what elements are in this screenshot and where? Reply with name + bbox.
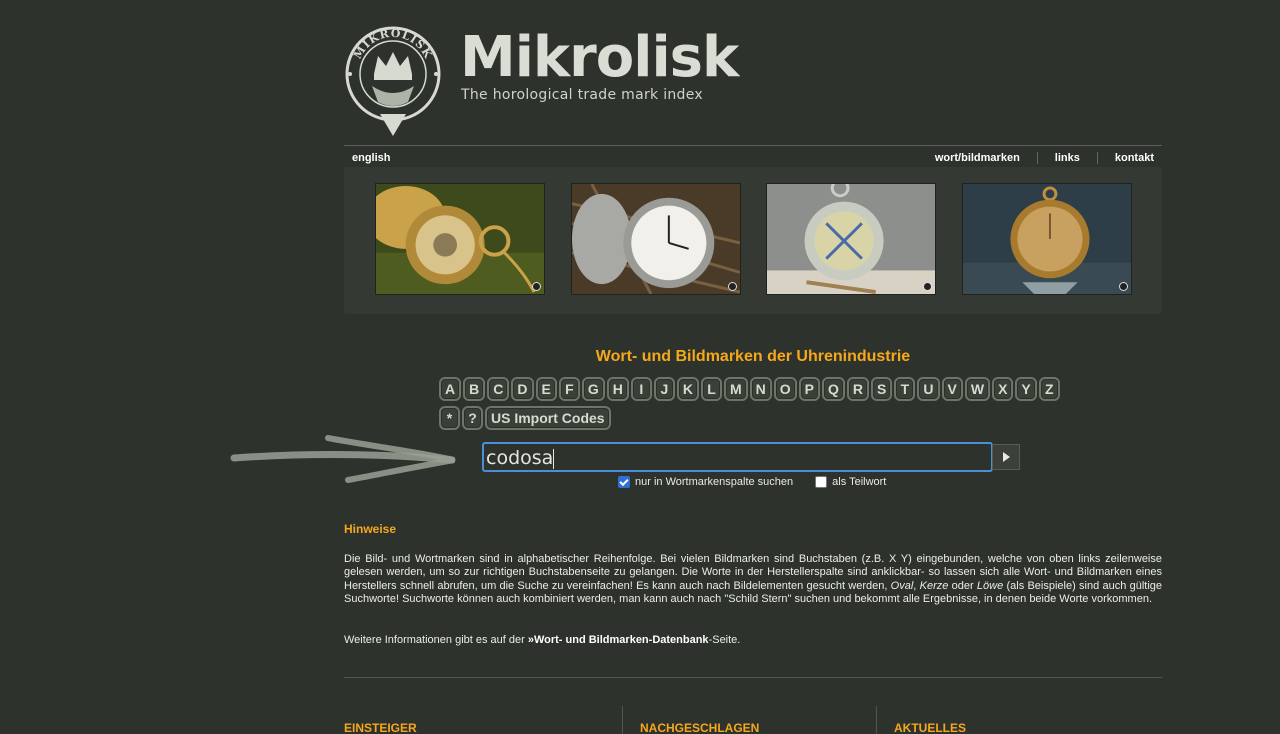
footer-heading-nachgeschlagen: NACHGESCHLAGEN [640, 721, 760, 734]
letter-key-g[interactable]: G [581, 377, 605, 401]
zoom-icon[interactable] [923, 282, 932, 291]
alphabet-index: ABCDEFGHIJKLMNOPQRSTUVWXYZ [439, 377, 1060, 401]
nav-item-links[interactable]: links [1036, 152, 1097, 164]
brand-tagline: The horological trade mark index [461, 87, 703, 103]
page-title: Wort- und Bildmarken der Uhrenindustrie [595, 348, 911, 365]
letter-key-t[interactable]: T [894, 377, 916, 401]
footer-heading-einsteiger: EINSTEIGER [344, 721, 417, 734]
letter-key-a[interactable]: A [439, 377, 462, 401]
letter-key-c[interactable]: C [487, 377, 510, 401]
hints-paragraph: Die Bild- und Wortmarken sind in alphabe… [344, 553, 1162, 606]
zoom-icon[interactable] [532, 282, 541, 291]
brand-name[interactable]: Mikrolisk [460, 30, 739, 86]
key-question[interactable]: ? [462, 406, 483, 430]
letter-key-d[interactable]: D [511, 377, 534, 401]
database-page-link[interactable]: »Wort- und Bildmarken-Datenbank [528, 634, 709, 646]
letter-key-w[interactable]: W [964, 377, 991, 401]
letter-key-x[interactable]: X [992, 377, 1014, 401]
letter-key-p[interactable]: P [798, 377, 821, 401]
header: MIKROLISK Mikrolisk The horological trad… [344, 0, 1162, 145]
nav-links: wort/bildmarken links kontakt [935, 152, 1154, 164]
gallery-photo-2[interactable] [571, 183, 741, 295]
page-container: MIKROLISK Mikrolisk The horological trad… [344, 0, 1162, 734]
partial-word-label: als Teilwort [832, 476, 887, 488]
zoom-icon[interactable] [1119, 282, 1128, 291]
us-import-codes-button[interactable]: US Import Codes [485, 406, 611, 430]
top-nav: english wort/bildmarken links kontakt [344, 145, 1162, 167]
letter-key-h[interactable]: H [606, 377, 629, 401]
word-column-label: nur in Wortmarkenspalte suchen [635, 476, 794, 488]
word-column-checkbox[interactable] [618, 476, 630, 488]
search-input[interactable]: codosa [482, 442, 993, 472]
nav-item-wortbildmarken[interactable]: wort/bildmarken [935, 152, 1037, 164]
letter-key-s[interactable]: S [871, 377, 893, 401]
more-info-paragraph: Weitere Informationen gibt es auf der »W… [344, 634, 741, 646]
gallery-photo-3[interactable] [766, 183, 936, 295]
hints-heading: Hinweise [344, 522, 397, 536]
letter-key-k[interactable]: K [676, 377, 699, 401]
search-options: nur in Wortmarkenspalte suchen als Teilw… [618, 476, 886, 488]
footer-heading-aktuelles: AKTUELLES [894, 721, 966, 734]
letter-key-v[interactable]: V [941, 377, 963, 401]
letter-key-f[interactable]: F [558, 377, 580, 401]
gallery-photo-4[interactable] [962, 183, 1132, 295]
letter-key-u[interactable]: U [917, 377, 940, 401]
letter-key-e[interactable]: E [535, 377, 557, 401]
letter-key-m[interactable]: M [723, 377, 748, 401]
letter-key-l[interactable]: L [700, 377, 722, 401]
play-arrow-icon [1002, 452, 1010, 462]
divider [344, 677, 1162, 678]
letter-key-r[interactable]: R [846, 377, 870, 401]
letter-key-b[interactable]: B [463, 377, 486, 401]
letter-key-j[interactable]: J [653, 377, 675, 401]
letter-key-o[interactable]: O [773, 377, 797, 401]
photo-gallery [344, 167, 1162, 314]
search-submit-button[interactable] [992, 444, 1020, 470]
letter-key-q[interactable]: Q [822, 377, 845, 401]
letter-key-i[interactable]: I [630, 377, 652, 401]
special-keys: * ? US Import Codes [439, 406, 611, 430]
key-asterisk[interactable]: * [439, 406, 460, 430]
gallery-photo-1[interactable] [375, 183, 545, 295]
letter-key-n[interactable]: N [749, 377, 772, 401]
crown-seal-icon[interactable]: MIKROLISK [344, 22, 442, 138]
nav-item-kontakt[interactable]: kontakt [1096, 152, 1154, 164]
letter-key-z[interactable]: Z [1038, 377, 1060, 401]
partial-word-checkbox[interactable] [815, 476, 828, 488]
zoom-icon[interactable] [728, 282, 737, 291]
language-link-english[interactable]: english [352, 152, 391, 164]
letter-key-y[interactable]: Y [1015, 377, 1037, 401]
search-input-value: codosa [486, 447, 554, 469]
